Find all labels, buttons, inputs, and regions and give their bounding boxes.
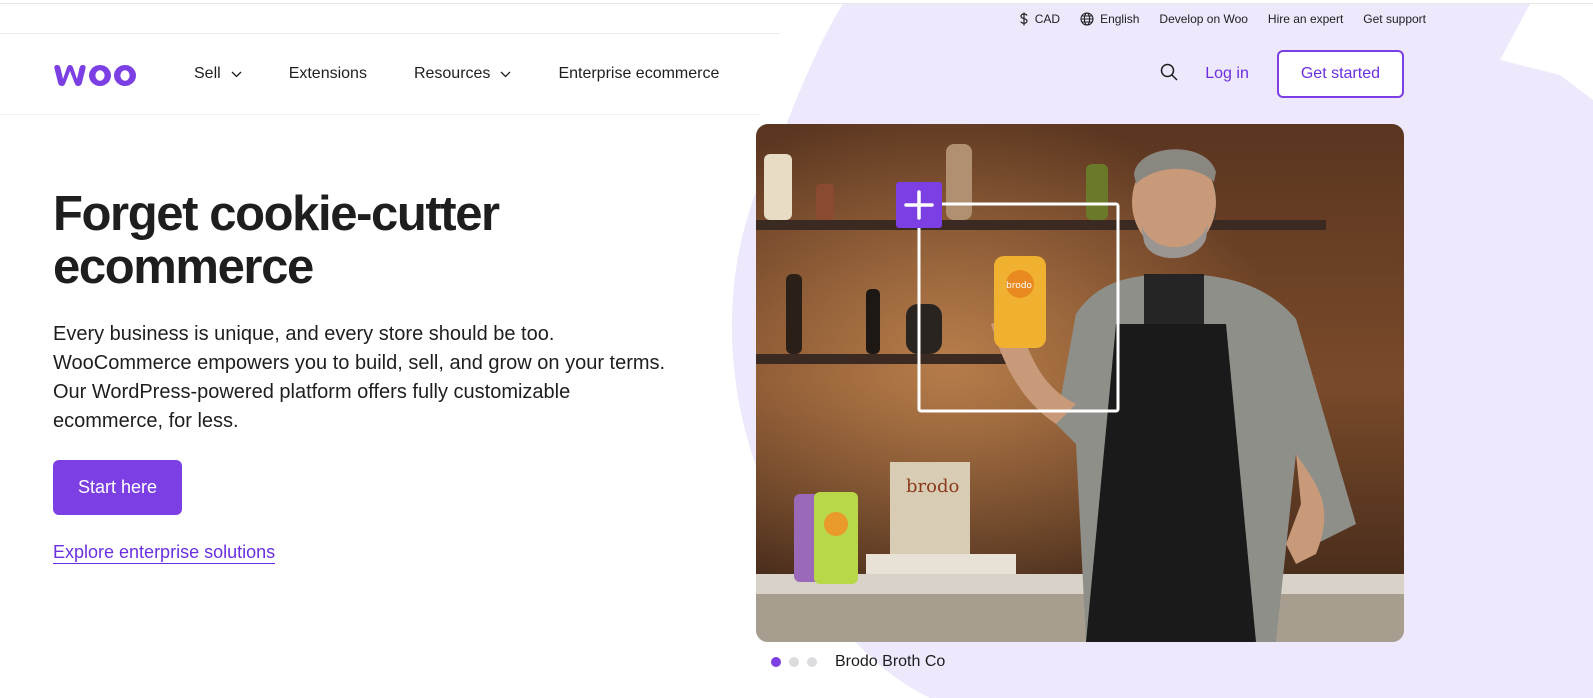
header-bottom-divider <box>0 114 760 115</box>
woo-logo[interactable] <box>53 60 147 88</box>
hero-title: Forget cookie-cutter ecommerce <box>53 188 693 294</box>
start-here-button[interactable]: Start here <box>53 460 182 515</box>
carousel-dot-3[interactable] <box>807 657 817 667</box>
chevron-down-icon <box>500 65 511 83</box>
nav-item-enterprise-ecommerce[interactable]: Enterprise ecommerce <box>558 65 719 83</box>
get-support-link[interactable]: Get support <box>1363 12 1426 26</box>
nav-item-resources[interactable]: Resources <box>414 65 511 83</box>
language-selector[interactable]: English <box>1080 12 1139 26</box>
carousel-indicator: Brodo Broth Co <box>771 652 945 672</box>
hero-content: Forget cookie-cutter ecommerce Every bus… <box>53 188 693 564</box>
nav-item-label: Enterprise ecommerce <box>558 65 720 82</box>
globe-icon <box>1080 12 1094 26</box>
get-started-button[interactable]: Get started <box>1276 50 1404 98</box>
nav-item-label: Resources <box>413 65 491 82</box>
nav-item-label: Extensions <box>288 65 367 82</box>
hero-image: brodo brodo <box>756 124 1404 642</box>
dollar-icon <box>1019 12 1029 26</box>
search-icon <box>1160 63 1178 86</box>
product-label-text: brodo <box>1006 281 1032 291</box>
main-nav: Sell Extensions Resources Enterprise eco… <box>53 50 1404 98</box>
language-label: English <box>1100 12 1140 26</box>
nav-actions: Log in Get started <box>1157 50 1404 98</box>
currency-label: CAD <box>1034 12 1061 26</box>
login-link[interactable]: Log in <box>1205 65 1249 83</box>
book-title-text: brodo <box>906 476 959 497</box>
hero-title-line-1: Forget cookie-cutter <box>53 187 500 241</box>
carousel-dot-2[interactable] <box>789 657 799 667</box>
hero-title-line-2: ecommerce <box>53 240 314 294</box>
utility-bar: CAD English Develop on Woo Hire an exper… <box>1019 8 1426 30</box>
nav-item-sell[interactable]: Sell <box>194 65 242 83</box>
currency-selector[interactable]: CAD <box>1019 12 1060 26</box>
hero-description: Every business is unique, and every stor… <box>53 323 666 432</box>
chevron-down-icon <box>231 65 242 83</box>
hire-an-expert-link[interactable]: Hire an expert <box>1268 12 1343 26</box>
carousel-dot-1[interactable] <box>771 657 781 667</box>
nav-item-label: Sell <box>194 65 221 82</box>
explore-enterprise-link[interactable]: Explore enterprise solutions <box>53 542 276 564</box>
develop-on-woo-link[interactable]: Develop on Woo <box>1159 12 1248 26</box>
top-divider <box>0 3 1593 4</box>
nav-links: Sell Extensions Resources Enterprise eco… <box>194 65 719 83</box>
nav-item-extensions[interactable]: Extensions <box>289 65 367 83</box>
carousel-caption: Brodo Broth Co <box>835 653 946 670</box>
search-button[interactable] <box>1157 62 1181 86</box>
header-divider <box>0 33 780 34</box>
